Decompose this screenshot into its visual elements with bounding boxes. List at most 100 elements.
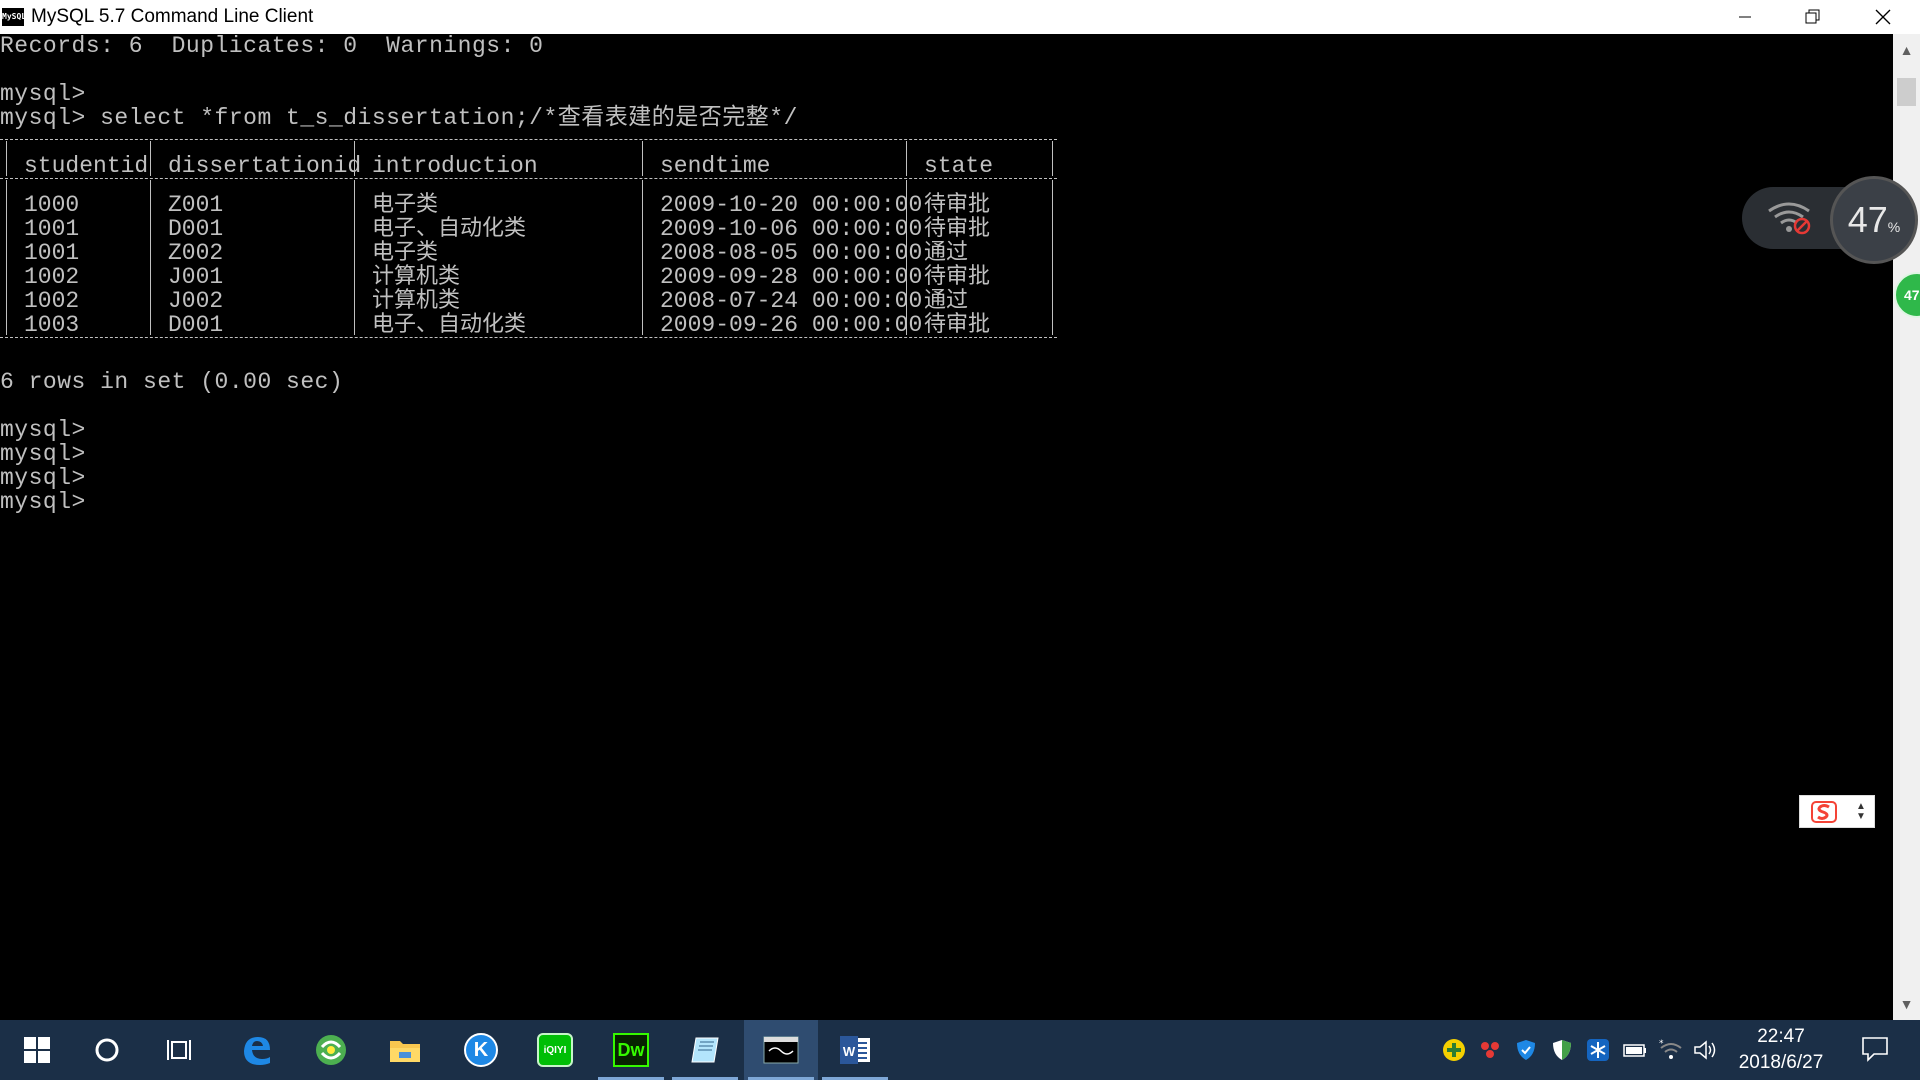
tray-defender-icon[interactable]	[1514, 1038, 1538, 1062]
table-cell-dissertationid: J002	[168, 288, 224, 314]
action-center-button[interactable]	[1860, 1034, 1890, 1069]
browser-360-button[interactable]	[294, 1020, 368, 1080]
tray-360-security-icon[interactable]	[1442, 1038, 1466, 1062]
cortana-circle-icon	[95, 1038, 119, 1062]
close-button[interactable]	[1848, 0, 1918, 34]
minimize-button[interactable]	[1710, 0, 1780, 34]
table-cell-studentid: 1002	[24, 288, 80, 314]
iqiyi-button[interactable]: iQIYI	[518, 1020, 592, 1080]
edge-button[interactable]	[220, 1020, 294, 1080]
volume-icon[interactable]	[1692, 1038, 1716, 1062]
table-cell-dissertationid: J001	[168, 264, 224, 290]
task-view-icon	[167, 1040, 191, 1060]
kugou-button[interactable]: K	[444, 1020, 518, 1080]
table-cell-studentid: 1001	[24, 240, 80, 266]
search-button[interactable]	[70, 1020, 144, 1080]
table-cell-introduction: 计算机类	[372, 264, 461, 289]
word-icon: W	[840, 1036, 870, 1064]
mysql-console-icon	[763, 1036, 799, 1064]
ime-menu-arrow-icon[interactable]: ▲ ▼	[1856, 802, 1866, 822]
minimize-icon	[1739, 16, 1751, 18]
scroll-up-arrow-icon[interactable]: ▲	[1893, 36, 1920, 64]
clock-date: 2018/6/27	[1738, 1052, 1824, 1073]
dreamweaver-icon: Dw	[613, 1033, 649, 1067]
task-view-button[interactable]	[144, 1020, 218, 1080]
table-cell-studentid: 1001	[24, 216, 80, 242]
svg-text:*: *	[1659, 1039, 1664, 1049]
window-title-bar[interactable]: MySQL MySQL 5.7 Command Line Client	[0, 0, 1920, 34]
wifi-icon[interactable]: *	[1658, 1038, 1682, 1062]
table-cell-dissertationid: Z001	[168, 192, 224, 218]
table-cell-sendtime: 2009-10-20 00:00:00	[660, 192, 923, 218]
dreamweaver-button[interactable]: Dw	[594, 1020, 668, 1080]
scroll-down-arrow-icon[interactable]: ▼	[1893, 990, 1920, 1018]
tray-bluetooth-app-icon[interactable]	[1478, 1038, 1502, 1062]
table-cell-introduction: 电子、自动化类	[372, 312, 527, 337]
start-button[interactable]	[0, 1020, 74, 1080]
dreamweaver-label: Dw	[617, 1039, 645, 1060]
taskbar-clock[interactable]: 22:47 2018/6/27	[1716, 1024, 1846, 1076]
tray-shield-icon[interactable]	[1550, 1038, 1574, 1062]
console-line: mysql>	[0, 417, 86, 443]
battery-icon[interactable]	[1622, 1038, 1646, 1062]
mysql-prompt-line: mysql>	[0, 489, 86, 515]
table-header-studentid: studentid	[24, 153, 149, 179]
sogou-logo-icon	[1811, 801, 1837, 823]
table-cell-introduction: 电子类	[372, 240, 439, 265]
kugou-icon: K	[464, 1033, 498, 1067]
sogou-ime-toolbar[interactable]: ▲ ▼	[1799, 795, 1875, 828]
table-cell-sendtime: 2009-09-26 00:00:00	[660, 312, 923, 338]
scroll-thumb[interactable]	[1897, 78, 1916, 106]
wifi-disconnected-icon	[1768, 202, 1811, 235]
network-speed-gauge[interactable]: 47%	[1830, 176, 1918, 264]
svg-text:W: W	[843, 1044, 856, 1059]
table-column-separator	[642, 141, 643, 176]
word-button[interactable]: W	[818, 1020, 892, 1080]
table-cell-state: 通过	[924, 288, 969, 313]
file-explorer-button[interactable]	[368, 1020, 442, 1080]
notebook-icon	[691, 1037, 719, 1063]
notification-icon	[1862, 1037, 1888, 1062]
table-column-separator	[354, 180, 355, 335]
restore-button[interactable]	[1778, 0, 1848, 34]
table-column-separator	[1052, 141, 1053, 176]
table-cell-introduction: 计算机类	[372, 288, 461, 313]
table-column-separator	[150, 180, 151, 335]
browser-360-icon	[316, 1035, 346, 1065]
iqiyi-icon: iQIYI	[537, 1033, 573, 1067]
table-cell-state: 待审批	[924, 192, 991, 217]
table-cell-dissertationid: D001	[168, 312, 224, 338]
table-column-separator	[6, 141, 7, 176]
network-speed-unit: %	[1887, 219, 1901, 235]
mysql-app-icon: MySQL	[2, 8, 26, 26]
network-speed-value: 47	[1847, 199, 1888, 240]
table-cell-studentid: 1002	[24, 264, 80, 290]
table-cell-studentid: 1003	[24, 312, 80, 338]
folder-icon	[390, 1041, 420, 1062]
notebook-app-button[interactable]	[668, 1020, 742, 1080]
table-cell-introduction: 电子、自动化类	[372, 216, 527, 241]
table-header-introduction: introduction	[372, 153, 538, 179]
table-column-separator	[642, 180, 643, 335]
table-column-separator	[906, 141, 907, 176]
restore-icon	[1805, 9, 1820, 24]
table-cell-state: 待审批	[924, 264, 991, 289]
table-header-dissertationid: dissertationid	[168, 153, 362, 179]
table-cell-sendtime: 2008-08-05 00:00:00	[660, 240, 923, 266]
table-border-line	[0, 139, 1057, 140]
edge-icon	[244, 1037, 270, 1065]
accelerator-ball-value: 47	[1904, 287, 1920, 303]
table-cell-sendtime: 2008-07-24 00:00:00	[660, 288, 923, 314]
tray-snowflake-icon[interactable]	[1586, 1038, 1610, 1062]
console-line: mysql>	[0, 465, 86, 491]
mysql-client-button[interactable]	[744, 1020, 818, 1080]
table-header-sendtime: sendtime	[660, 153, 771, 179]
table-column-separator	[1052, 180, 1053, 335]
table-cell-dissertationid: D001	[168, 216, 224, 242]
sql-command-line: mysql> select *from t_s_dissertation;/*查…	[0, 105, 798, 131]
console-output[interactable]: Records: 6 Duplicates: 0 Warnings: 0 mys…	[0, 34, 1893, 1020]
table-column-separator	[6, 180, 7, 335]
console-line: mysql>	[0, 441, 86, 467]
kugou-label: K	[473, 1038, 489, 1061]
clock-time: 22:47	[1757, 1026, 1805, 1047]
